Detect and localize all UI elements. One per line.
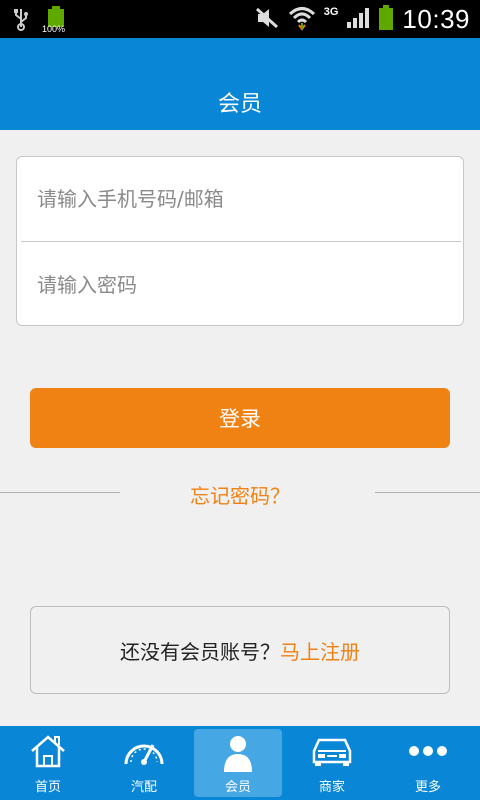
home-icon: [29, 732, 67, 770]
forgot-password-link[interactable]: 忘记密码？: [0, 480, 480, 509]
tab-member[interactable]: 会员: [194, 729, 282, 797]
member-icon: [221, 735, 255, 773]
register-prompt-box: 还没有会员账号？ 马上注册: [30, 606, 450, 694]
car-icon: [310, 732, 354, 770]
login-button[interactable]: 登录: [30, 388, 450, 448]
status-right: 3G 10:39: [254, 4, 470, 35]
app-header: 会员: [0, 38, 480, 130]
register-prompt-text: 还没有会员账号？: [120, 639, 280, 664]
forgot-password-row: 忘记密码？: [0, 478, 480, 510]
usb-icon: [12, 7, 30, 35]
signal-icon: [346, 7, 370, 33]
forgot-password-text[interactable]: 忘记密码？: [190, 484, 290, 508]
tab-home-label: 首页: [34, 780, 61, 795]
status-left: 100%: [12, 6, 70, 36]
password-field-row: [17, 243, 465, 327]
account-field-row: [17, 157, 465, 241]
tab-more[interactable]: 更多: [380, 726, 476, 800]
mute-icon: [254, 6, 280, 34]
register-link[interactable]: 马上注册: [280, 636, 360, 665]
network-type: 3G: [323, 5, 339, 18]
page-title: 会员: [217, 92, 262, 117]
password-input[interactable]: [35, 272, 439, 298]
tab-member-label: 会员: [224, 780, 251, 795]
tab-more-label: 更多: [414, 780, 441, 795]
login-form: [16, 156, 464, 326]
wifi-icon: [288, 5, 316, 35]
more-icon: [408, 732, 448, 770]
tab-parts[interactable]: 汽配: [96, 726, 192, 800]
tab-merchants-label: 商家: [318, 780, 345, 795]
clock: 10:39: [402, 4, 470, 34]
account-input[interactable]: [35, 186, 439, 212]
battery-icon: [378, 4, 394, 35]
status-bar: 100% 3G 10:39: [0, 0, 480, 38]
tab-home[interactable]: 首页: [0, 726, 96, 800]
bottom-tab-bar: 首页 汽配 会员 商家 更多: [0, 726, 480, 800]
tab-parts-label: 汽配: [130, 780, 157, 795]
battery-full-icon: 100%: [42, 6, 70, 36]
speedometer-icon: [122, 732, 166, 770]
field-divider: [21, 241, 461, 242]
battery-percent-text: 100%: [42, 24, 66, 34]
tab-merchants[interactable]: 商家: [284, 726, 380, 800]
